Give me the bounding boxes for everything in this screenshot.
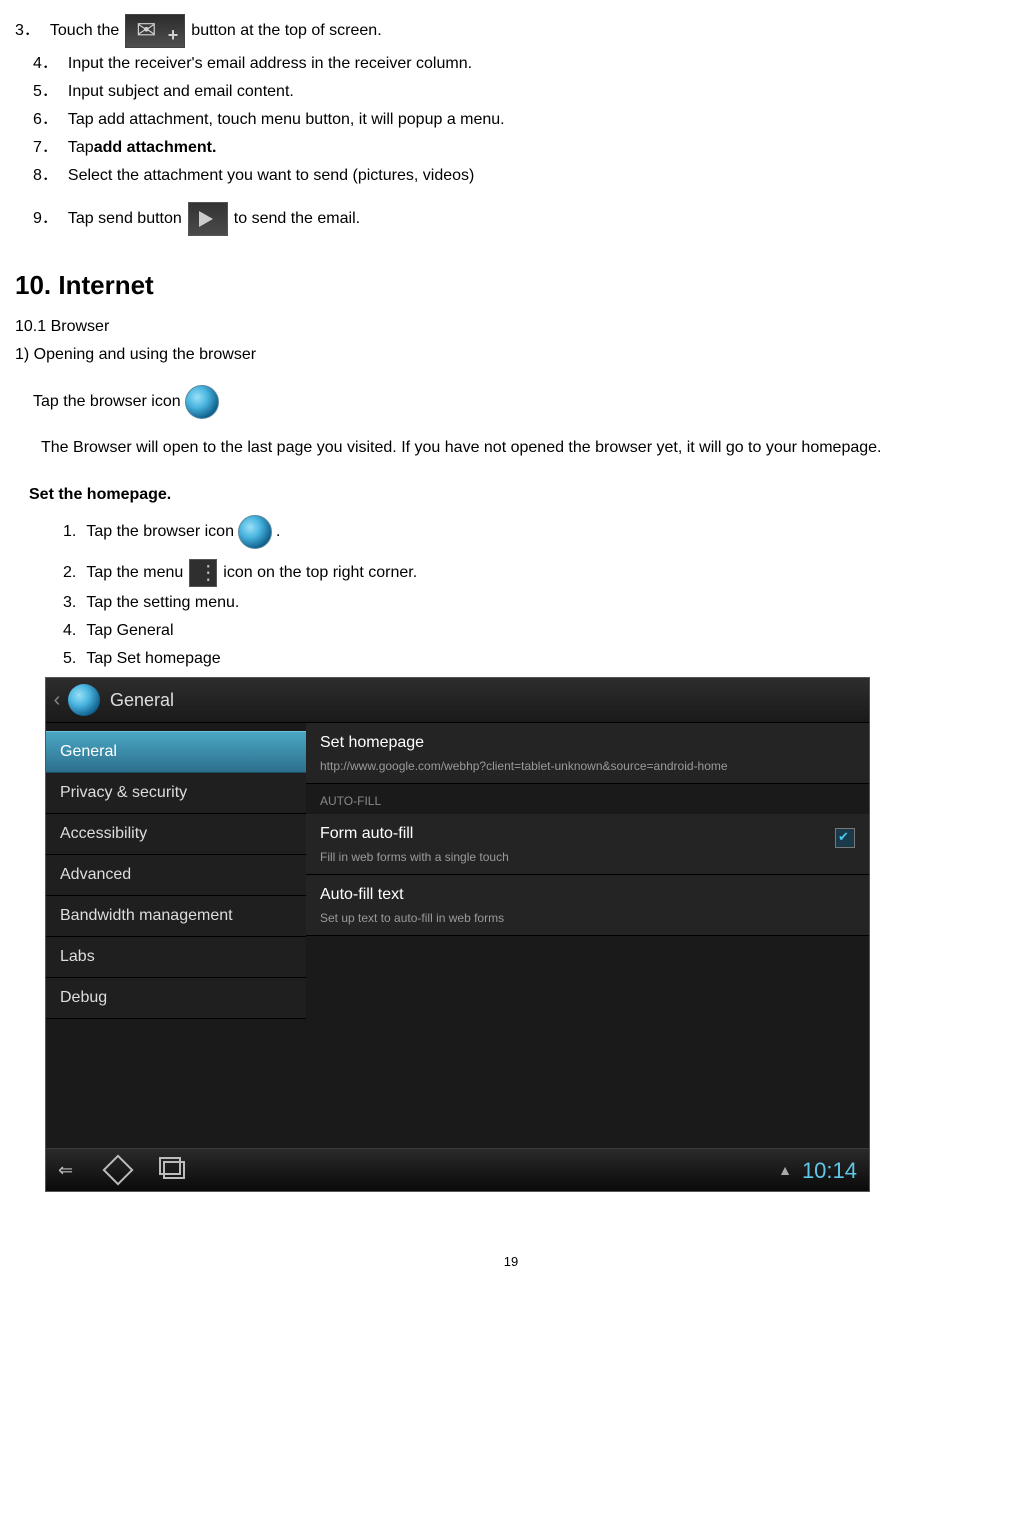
- back-chevron-icon[interactable]: ‹: [46, 685, 68, 715]
- step-6: 6． Tap add attachment, touch menu button…: [33, 108, 1007, 132]
- sidebar-item-privacy[interactable]: Privacy & security: [46, 773, 306, 814]
- hstep-4: 4. Tap General: [63, 619, 1007, 643]
- step-7: 7． Tap add attachment.: [33, 136, 1007, 160]
- browser-open-text: The Browser will open to the last page y…: [41, 433, 1007, 463]
- nav-recent-icon[interactable]: [163, 1161, 185, 1179]
- line-opening-browser: 1) Opening and using the browser: [15, 343, 1007, 367]
- set-homepage-heading: Set the homepage.: [29, 483, 1007, 507]
- sidebar-item-advanced[interactable]: Advanced: [46, 855, 306, 896]
- section-heading-internet: 10. Internet: [15, 266, 1007, 305]
- browser-globe-icon: [238, 515, 272, 549]
- step-9: 9． Tap send button to send the email.: [33, 202, 1007, 236]
- subheading-browser: 10.1 Browser: [15, 315, 1007, 339]
- browser-globe-icon: [185, 385, 219, 419]
- nav-back-icon[interactable]: ⇐: [58, 1157, 73, 1184]
- android-header-title: General: [110, 687, 174, 714]
- compose-icon: [125, 14, 185, 48]
- android-navbar: ⇐ ▲ 10:14: [46, 1148, 869, 1191]
- step-5: 5． Input subject and email content.: [33, 80, 1007, 104]
- settings-content: Set homepage http://www.google.com/webhp…: [306, 723, 869, 1150]
- step-3: 3． Touch the button at the top of screen…: [15, 14, 1007, 48]
- steps-email: 3． Touch the button at the top of screen…: [15, 14, 1007, 236]
- tap-browser-line: Tap the browser icon: [33, 385, 1007, 419]
- sidebar-item-general[interactable]: General: [46, 731, 306, 773]
- clock-text: 10:14: [802, 1154, 857, 1187]
- sidebar-item-labs[interactable]: Labs: [46, 937, 306, 978]
- label-autofill: AUTO-FILL: [306, 784, 869, 814]
- sidebar-item-debug[interactable]: Debug: [46, 978, 306, 1019]
- row-form-autofill[interactable]: Form auto-fill Fill in web forms with a …: [306, 814, 869, 875]
- browser-globe-icon: [68, 684, 100, 716]
- sidebar-item-accessibility[interactable]: Accessibility: [46, 814, 306, 855]
- steps-homepage: 1. Tap the browser icon . 2. Tap the men…: [45, 515, 1007, 671]
- overflow-menu-icon: [189, 559, 217, 587]
- hstep-5: 5. Tap Set homepage: [63, 647, 1007, 671]
- wifi-icon: ▲: [778, 1160, 792, 1181]
- hstep-3: 3. Tap the setting menu.: [63, 591, 1007, 615]
- page-number: 19: [15, 1252, 1007, 1272]
- settings-sidebar: General Privacy & security Accessibility…: [46, 723, 306, 1150]
- android-settings-screenshot: ‹ General General Privacy & security Acc…: [45, 677, 870, 1192]
- hstep-1: 1. Tap the browser icon .: [63, 515, 1007, 549]
- row-autofill-text[interactable]: Auto-fill text Set up text to auto-fill …: [306, 875, 869, 936]
- hstep-2: 2. Tap the menu icon on the top right co…: [63, 559, 1007, 587]
- step-4: 4． Input the receiver's email address in…: [33, 52, 1007, 76]
- step-8: 8． Select the attachment you want to sen…: [33, 164, 1007, 188]
- nav-home-icon[interactable]: [103, 1155, 134, 1186]
- checkbox-checked-icon[interactable]: [835, 828, 855, 848]
- row-set-homepage[interactable]: Set homepage http://www.google.com/webhp…: [306, 723, 869, 784]
- android-header: ‹ General: [46, 678, 869, 723]
- send-arrow-icon: [188, 202, 228, 236]
- sidebar-item-bandwidth[interactable]: Bandwidth management: [46, 896, 306, 937]
